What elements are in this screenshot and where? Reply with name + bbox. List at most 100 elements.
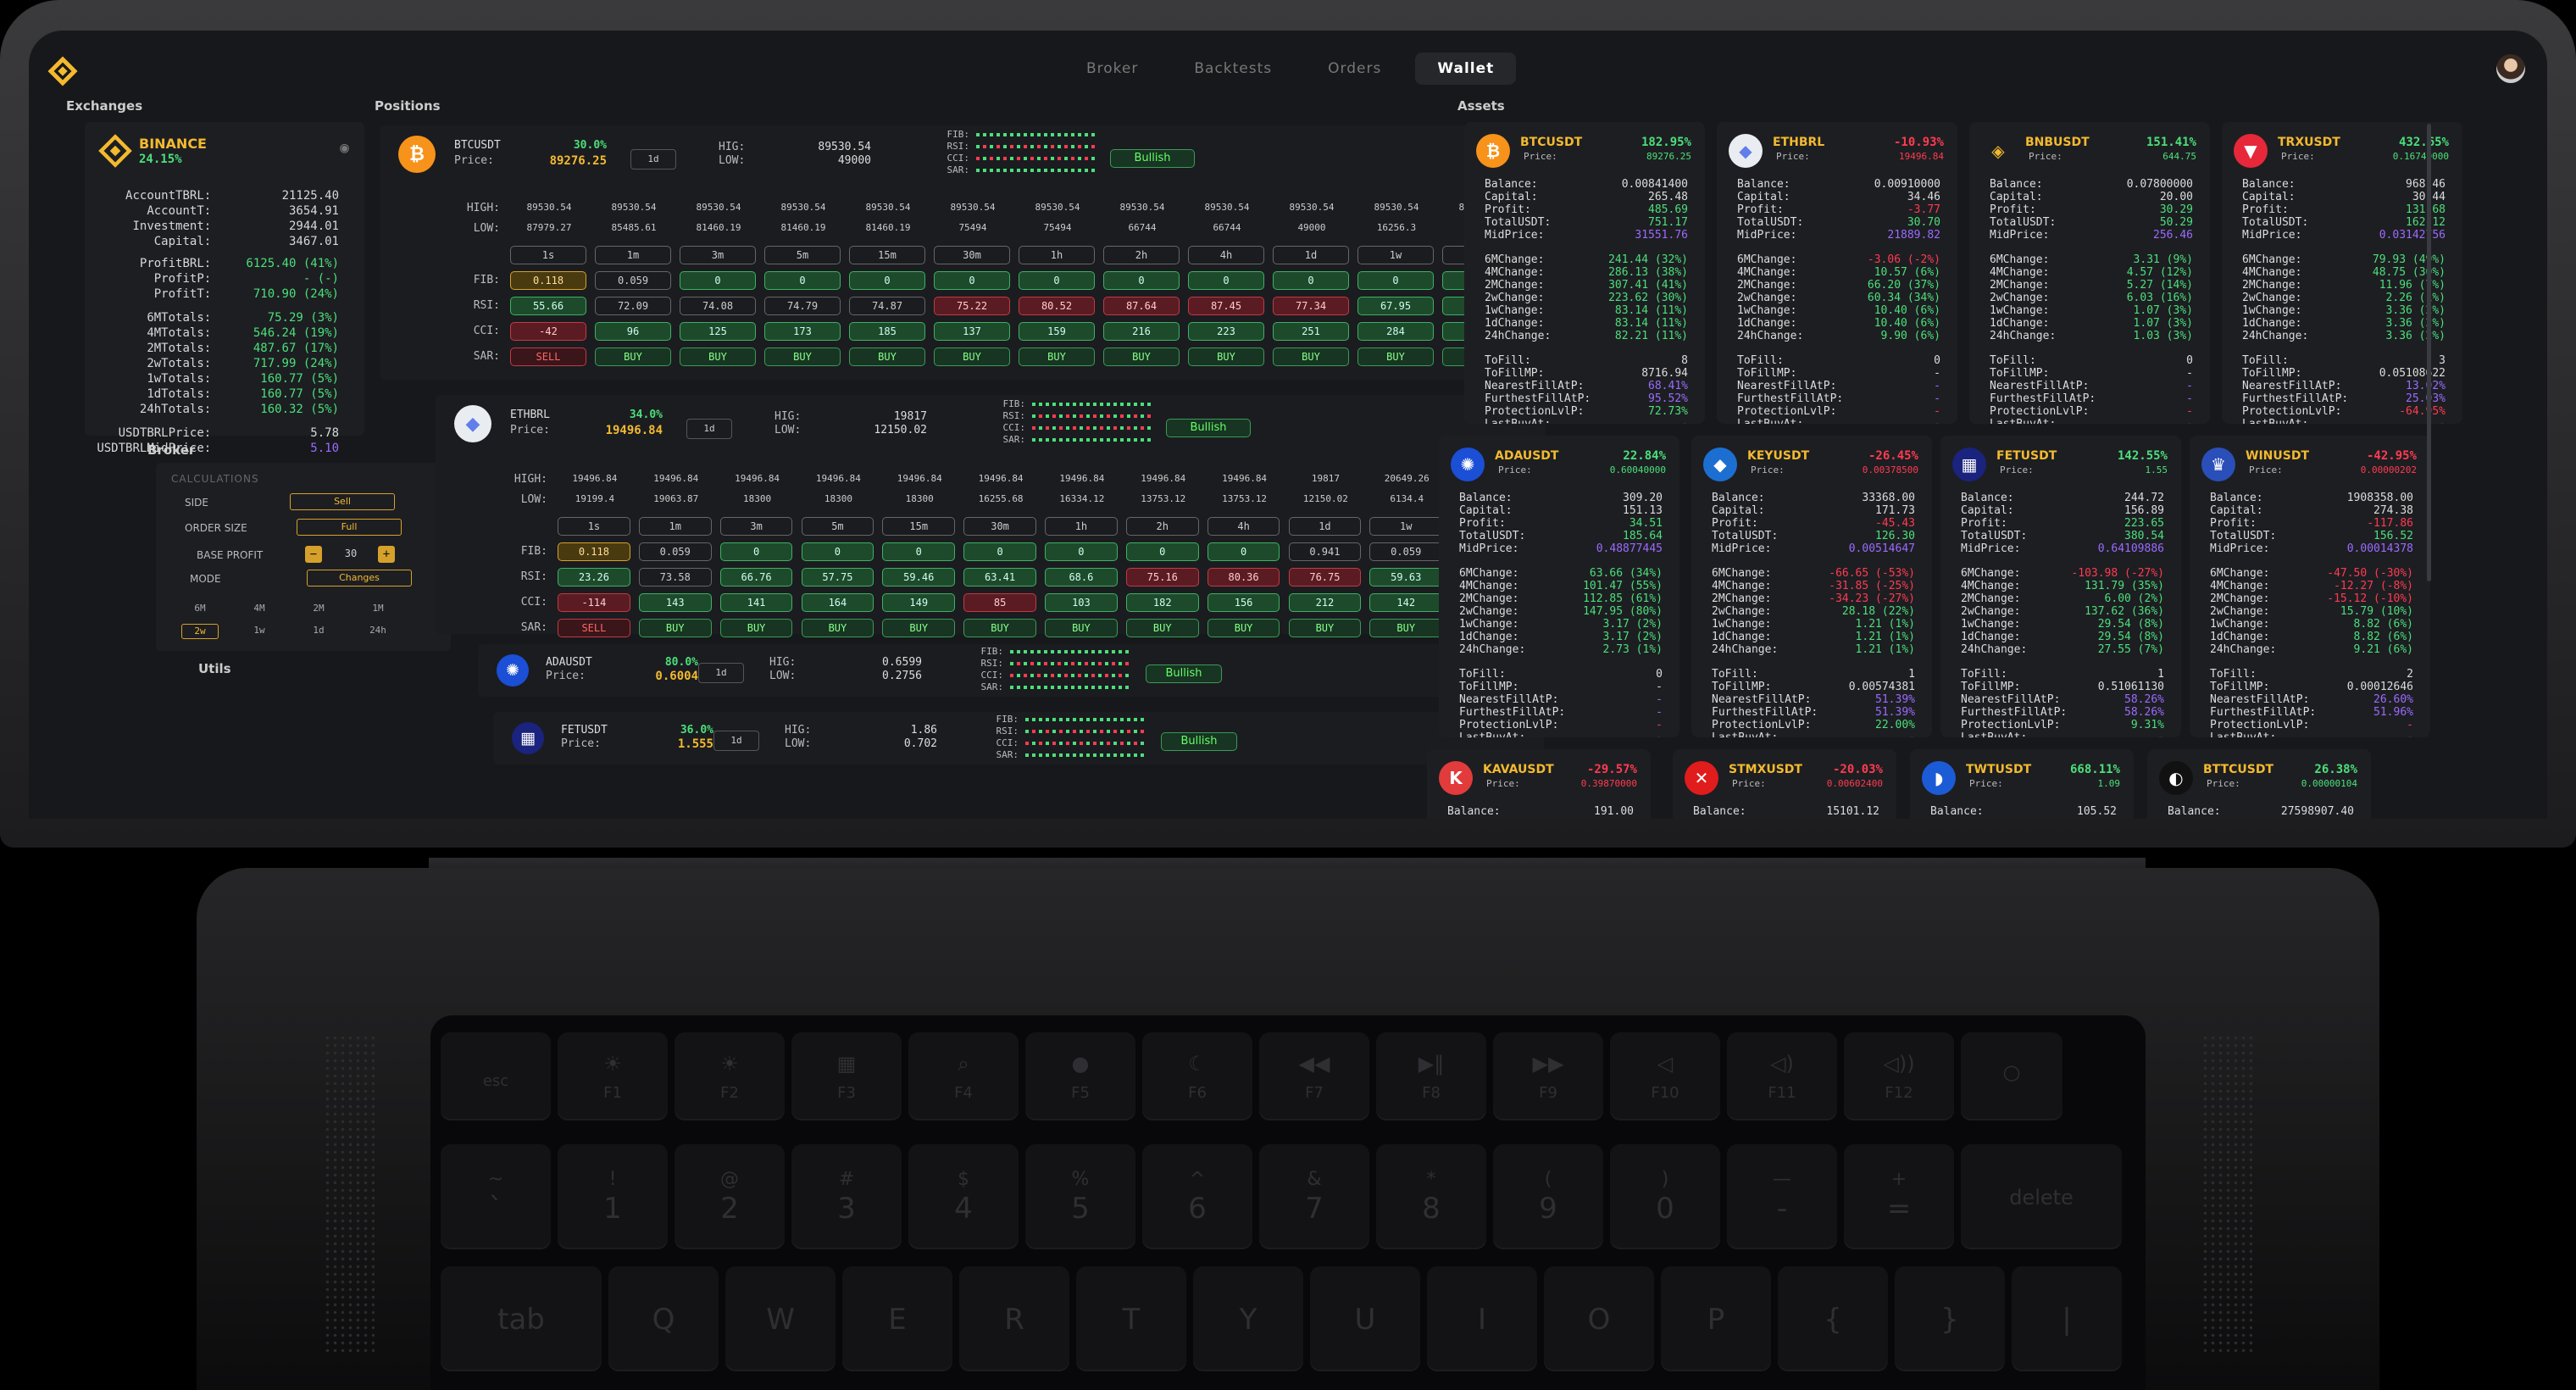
timeframe-2h[interactable]: 2h (1125, 517, 1199, 536)
base-profit-decrement-button[interactable]: − (305, 546, 322, 563)
asset-card-stmxusdt[interactable]: ✕ STMXUSDT -20.03% Price: 0.00602400 Balance:… (1673, 749, 1896, 819)
tab-wallet[interactable]: Wallet (1415, 53, 1517, 85)
timeframe-select[interactable]: 1d (713, 731, 759, 751)
timeframe-5m[interactable]: 5m (764, 246, 841, 264)
timeframe-1m[interactable]: 1m (595, 246, 671, 264)
key-t[interactable]: T (1076, 1266, 1186, 1371)
key-2[interactable]: @2 (675, 1144, 785, 1249)
key--[interactable]: — - (1727, 1144, 1837, 1249)
asset-card-kavausdt[interactable]: K KAVAUSDT -29.57% Price: 0.39870000 Balance:… (1427, 749, 1651, 819)
key-}[interactable]: } (1895, 1266, 2005, 1371)
key-r[interactable]: R (959, 1266, 1069, 1371)
key-7[interactable]: & 7 (1259, 1144, 1369, 1249)
key-delete[interactable]: delete (1961, 1144, 2122, 1249)
key-f10[interactable]: ◁ F10 (1610, 1032, 1720, 1120)
asset-card-winusdt[interactable]: ♛ WINUSDT -42.95% Price: 0.00000202 Balance: 1… (2190, 436, 2430, 737)
order-size-select[interactable]: Full (297, 519, 402, 536)
asset-card-fetusdt[interactable]: ▦ FETUSDT 142.55% Price: 1.55 Balance: 244.72 C… (1940, 436, 2181, 737)
timeframe-1d[interactable]: 1d (1273, 246, 1349, 264)
timeframe-15m[interactable]: 15m (849, 246, 925, 264)
period-6m[interactable]: 6M (181, 602, 219, 617)
asset-card-adausdt[interactable]: ✺ ADAUSDT 22.84% Price: 0.60040000 Balance: 30… (1439, 436, 1679, 737)
position-card-btcusdt[interactable]: ₿ BTCUSDT 30.0% Price: 89276.25 1d HIG: 89530.5… (380, 125, 1557, 380)
timeframe-1s[interactable]: 1s (558, 517, 630, 536)
timeframe-1w[interactable]: 1w (1369, 517, 1443, 536)
asset-card-bnbusdt[interactable]: ◈ BNBUSDT 151.41% Price: 644.75 Balance: 0.078… (1969, 122, 2210, 424)
timeframe-4h[interactable]: 4h (1207, 517, 1280, 536)
tab-orders[interactable]: Orders (1306, 53, 1403, 85)
timeframe-5m[interactable]: 5m (801, 517, 874, 536)
key-f11[interactable]: ◁) F11 (1727, 1032, 1837, 1120)
mode-select[interactable]: Changes (307, 570, 412, 587)
key-u[interactable]: U (1310, 1266, 1420, 1371)
assets-scrollbar[interactable] (2427, 124, 2431, 581)
key-q[interactable]: Q (608, 1266, 719, 1371)
timeframe-1w[interactable]: 1w (1357, 246, 1434, 264)
asset-card-ethbrl[interactable]: ◆ ETHBRL -10.93% Price: 19496.84 Balance: 0.00… (1717, 122, 1957, 424)
period-1m[interactable]: 1M (359, 602, 397, 617)
key-=[interactable]: + = (1844, 1144, 1954, 1249)
timeframe-30m[interactable]: 30m (934, 246, 1010, 264)
asset-card-btcusdt[interactable]: ₿ BTCUSDT 182.95% Price: 89276.25 Balance: 0.0… (1464, 122, 1705, 424)
key-e[interactable]: E (842, 1266, 952, 1371)
eye-icon[interactable]: ◉ (340, 139, 349, 157)
key-tab[interactable]: tab (441, 1266, 602, 1371)
exchange-card-binance[interactable]: BINANCE 24.15% ◉ AccountTBRL: 21125.40 Acc… (85, 122, 364, 455)
key-esc[interactable]: esc (441, 1032, 551, 1120)
key-f4[interactable]: ⌕ F4 (908, 1032, 1019, 1120)
key-w[interactable]: W (725, 1266, 836, 1371)
timeframe-select[interactable]: 1d (686, 419, 732, 439)
period-4m[interactable]: 4M (241, 602, 278, 617)
position-card-adausdt[interactable]: ✺ ADAUSDT 80.0% Price: 0.6004 1d HIG: 0.6599 LOW… (478, 644, 1551, 697)
period-2m[interactable]: 2M (300, 602, 337, 617)
key-3[interactable]: #3 (791, 1144, 902, 1249)
key-f1[interactable]: ☀ F1 (558, 1032, 668, 1120)
tab-backtests[interactable]: Backtests (1172, 53, 1294, 85)
side-select[interactable]: Sell (290, 493, 395, 510)
key-f6[interactable]: ☾ F6 (1142, 1032, 1252, 1120)
base-profit-increment-button[interactable]: + (378, 546, 395, 563)
key-0[interactable]: ) 0 (1610, 1144, 1720, 1249)
key-i[interactable]: I (1427, 1266, 1537, 1371)
asset-card-bttcusdt[interactable]: ◐ BTTCUSDT 26.38% Price: 0.00000104 Balance: 2… (2147, 749, 2371, 819)
timeframe-select[interactable]: 1d (698, 663, 744, 683)
key-f8[interactable]: ▶‖ F8 (1376, 1032, 1486, 1120)
tab-broker[interactable]: Broker (1064, 53, 1160, 85)
timeframe-1h[interactable]: 1h (1019, 246, 1095, 264)
key-f2[interactable]: ☀ F2 (675, 1032, 785, 1120)
base-profit-value[interactable]: 30 (334, 548, 368, 559)
key-y[interactable]: Y (1193, 1266, 1303, 1371)
period-2w[interactable]: 2w (181, 624, 219, 639)
key-9[interactable]: (9 (1493, 1144, 1603, 1249)
key-o[interactable]: O (1544, 1266, 1654, 1371)
timeframe-3m[interactable]: 3m (719, 517, 793, 536)
key-{[interactable]: { (1778, 1266, 1888, 1371)
key-p[interactable]: P (1661, 1266, 1771, 1371)
binance-logo-icon[interactable] (47, 56, 78, 86)
timeframe-4h[interactable]: 4h (1188, 246, 1264, 264)
position-card-fetusdt[interactable]: ▦ FETUSDT 36.0% Price: 1.555 1d HIG: 1.86 LOW: 0.… (493, 712, 1544, 764)
position-card-ethbrl[interactable]: ◆ ETHBRL 34.0% Price: 19496.84 1d HIG: 19817 LOW… (436, 395, 1546, 637)
key-f3[interactable]: ▦ F3 (791, 1032, 902, 1120)
key-power[interactable]: ○ (1961, 1032, 2062, 1120)
timeframe-15m[interactable]: 15m (882, 517, 956, 536)
key-4[interactable]: $4 (908, 1144, 1019, 1249)
key-|[interactable]: | (2012, 1266, 2122, 1371)
timeframe-30m[interactable]: 30m (963, 517, 1036, 536)
key-f12[interactable]: ◁)) F12 (1844, 1032, 1954, 1120)
timeframe-1s[interactable]: 1s (510, 246, 586, 264)
key-8[interactable]: * 8 (1376, 1144, 1486, 1249)
key-f5[interactable]: ● F5 (1025, 1032, 1135, 1120)
timeframe-3m[interactable]: 3m (680, 246, 756, 264)
timeframe-1d[interactable]: 1d (1288, 517, 1362, 536)
timeframe-select[interactable]: 1d (630, 149, 676, 170)
key-5[interactable]: % 5 (1025, 1144, 1135, 1249)
key-6[interactable]: ^ 6 (1142, 1144, 1252, 1249)
key-`[interactable]: ~ ` (441, 1144, 551, 1249)
asset-card-keyusdt[interactable]: ◆ KEYUSDT -26.45% Price: 0.00378500 Balance: 3… (1691, 436, 1932, 737)
timeframe-2h[interactable]: 2h (1103, 246, 1180, 264)
timeframe-1h[interactable]: 1h (1045, 517, 1118, 536)
period-24h[interactable]: 24h (359, 624, 397, 639)
timeframe-1m[interactable]: 1m (638, 517, 712, 536)
asset-card-twtusdt[interactable]: ◗TWTUSDT668.11%Price:1.09Balance:105.52C… (1910, 749, 2134, 819)
